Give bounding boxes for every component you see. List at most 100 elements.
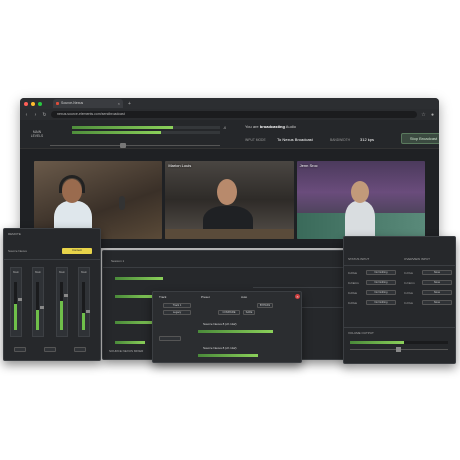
channel-button[interactable] [74, 347, 86, 352]
status-input-header: STATUS INPUT [348, 257, 370, 261]
plugin-button[interactable] [159, 336, 181, 341]
track-select[interactable]: Track 1 [163, 303, 191, 308]
connect-button[interactable]: Connect [62, 248, 92, 254]
stop-broadcast-button[interactable]: Stop Broadcast [401, 133, 439, 144]
row-select[interactable]: None [422, 270, 452, 275]
bandwidth-select[interactable]: 312 kps [360, 137, 374, 142]
channel-fader-knob[interactable] [64, 294, 68, 297]
output-fader-knob[interactable] [396, 347, 401, 352]
participant-head [350, 181, 369, 203]
close-icon[interactable]: × [295, 294, 300, 299]
participant-name: Jenn Sroc [299, 163, 318, 168]
divider [103, 267, 346, 268]
row-cell: In Flux [348, 301, 358, 305]
main-meter-left [72, 126, 220, 129]
plugin-dialog: Track Preset Auto × Track 1 Legacy COMPA… [152, 291, 302, 363]
mixer-footer: SOURCE NEXUS MIXER [109, 349, 144, 353]
main-fader-knob[interactable] [120, 143, 126, 148]
microphone-icon [119, 196, 125, 210]
participant-figure [344, 201, 375, 239]
settings-panel: STATUS INPUT OVERVIEW INPUT In Flux No N… [343, 236, 456, 364]
overview-input-header: OVERVIEW INPUT [404, 257, 430, 261]
address-bar-row: ‹ › ↻ nexus.source-elements.com/sendbroa… [20, 109, 439, 120]
channel-label: Main [58, 270, 66, 274]
url-field[interactable]: nexus.source-elements.com/sendbroadcast [51, 111, 417, 118]
row-select[interactable]: None [422, 300, 452, 305]
profile-icon[interactable]: ● [430, 112, 435, 118]
bandwidth-label: BANDWIDTH [330, 138, 350, 142]
divider [344, 265, 455, 266]
broadcast-status: You are broadcasting Audio [245, 124, 296, 129]
browser-window: Source-Nexus × + ‹ › ↻ nexus.source-elem… [20, 98, 439, 248]
channel-meter [115, 295, 155, 298]
favicon-icon [56, 102, 59, 105]
main-meter-right [72, 131, 220, 134]
row-cell: In Flux [348, 271, 358, 275]
row-cell: In Flux [404, 291, 414, 295]
row-select[interactable]: No Nothing [366, 270, 396, 275]
channel-meter [60, 282, 63, 330]
new-tab-icon[interactable]: + [128, 101, 131, 107]
video-tile-2[interactable]: Marion Louis [165, 161, 294, 239]
channel-strip[interactable]: Main [32, 267, 44, 337]
auto-header: Auto [241, 295, 248, 299]
divider [253, 287, 343, 288]
video-tile-3[interactable]: Jenn Sroc [296, 161, 425, 239]
channel-fader-knob[interactable] [40, 306, 44, 309]
back-icon[interactable]: ‹ [24, 112, 29, 118]
row-cell: In Flux [348, 291, 358, 295]
row-select[interactable]: None [422, 280, 452, 285]
row-cell: In Flux [404, 301, 414, 305]
row-select[interactable]: None [422, 290, 452, 295]
meter-fill-right [72, 131, 161, 134]
table-row: In Flux [348, 301, 357, 307]
channel-meter [115, 277, 163, 280]
channel-strip[interactable]: Main [78, 267, 90, 337]
close-tab-icon[interactable]: × [118, 99, 120, 108]
channel-meter [115, 341, 145, 344]
divider [4, 259, 100, 260]
legacy-select[interactable]: Legacy [163, 310, 191, 315]
channel-fader-knob[interactable] [18, 298, 22, 301]
channel-strip[interactable]: Main [10, 267, 22, 337]
channel-strip[interactable]: Main [56, 267, 68, 337]
channel-meter [36, 282, 39, 330]
bookmark-icon[interactable]: ☆ [421, 112, 426, 118]
reload-icon[interactable]: ↻ [42, 112, 47, 118]
compare-button[interactable]: COMPARE [218, 310, 240, 315]
channel-button[interactable] [14, 347, 26, 352]
divider [344, 327, 455, 328]
main-fader-track [50, 145, 220, 146]
row-select[interactable]: No Nothing [366, 300, 396, 305]
table-row: In Flux [348, 291, 357, 297]
forward-icon[interactable]: › [33, 112, 38, 118]
channel-meter [82, 282, 85, 330]
bypass-button[interactable]: BYPASS [257, 303, 273, 308]
tab-title: Source-Nexus [61, 101, 84, 105]
channel-fader-knob[interactable] [86, 310, 90, 313]
maximize-window-dot[interactable] [38, 101, 42, 106]
minimize-window-dot[interactable] [31, 101, 35, 106]
participant-name: Marion Louis [168, 163, 192, 168]
preset-name-2: Source Nexus 8 (ch 1&2) [203, 346, 237, 350]
participant-head [217, 179, 238, 205]
status-suffix: Audio [285, 124, 297, 129]
safe-button[interactable]: SAFE [243, 310, 255, 315]
panel-title: REMOTE [8, 232, 21, 236]
close-window-dot[interactable] [24, 101, 28, 106]
channel-button[interactable] [44, 347, 56, 352]
main-levels-label: MAIN LEVELS [30, 130, 44, 138]
channel-label: Main [34, 270, 42, 274]
channel-meter-fill [82, 313, 85, 330]
row-cell: In Norm [404, 281, 415, 285]
input-mode-select[interactable]: To Nexus Broadcast [277, 137, 313, 142]
channel-meter-fill [14, 303, 17, 330]
row-cell: In Norm [348, 281, 359, 285]
row-select[interactable]: No Nothing [366, 290, 396, 295]
row-select[interactable]: No Nothing [366, 280, 396, 285]
remote-mixer-panel: REMOTE Source Nexus Connect Main Main Ma… [3, 228, 101, 361]
table-row: In Norm [348, 281, 359, 287]
tab-bar: Source-Nexus × + [20, 98, 439, 109]
channel-meter-fill [36, 309, 39, 330]
browser-tab[interactable]: Source-Nexus × [53, 99, 123, 108]
